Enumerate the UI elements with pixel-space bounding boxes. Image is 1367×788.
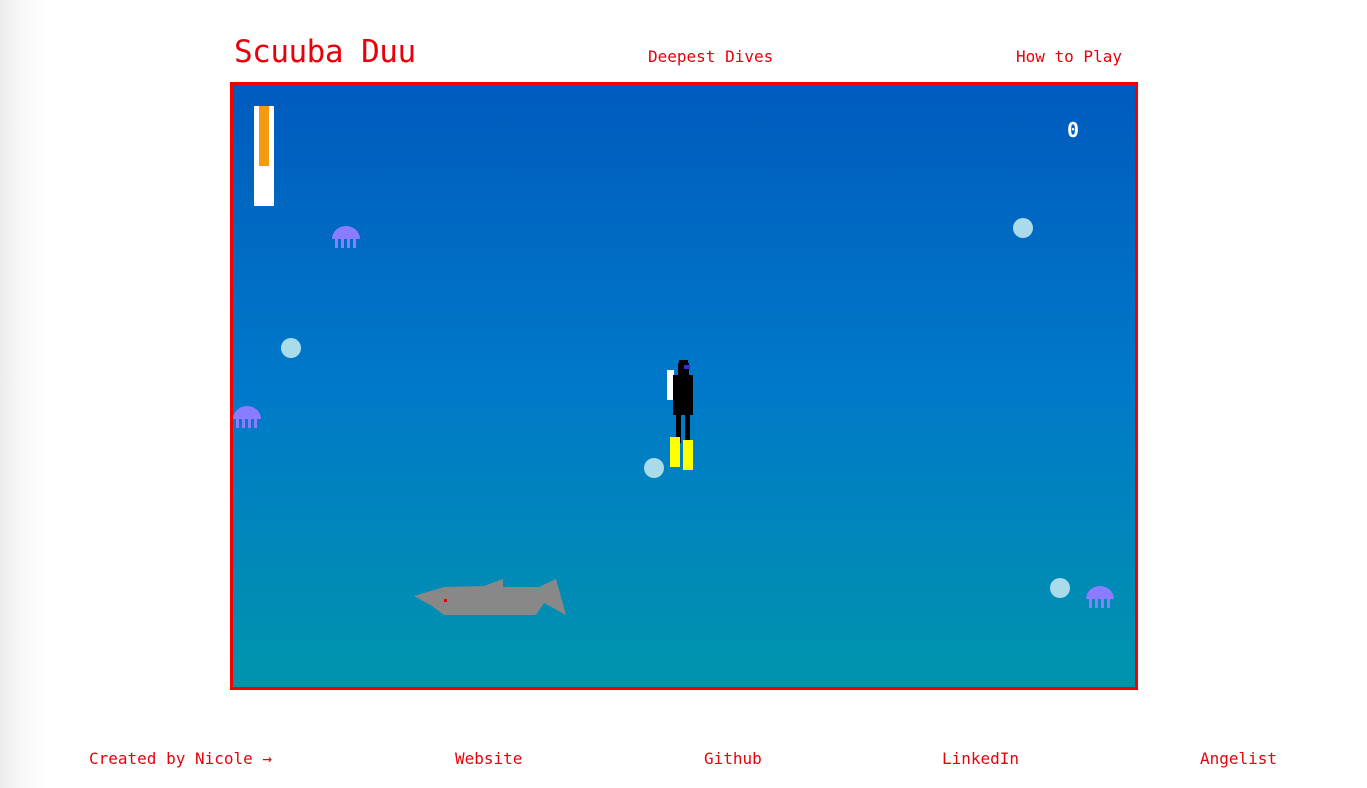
- scuba-diver: [667, 360, 693, 470]
- air-meter-fill: [259, 106, 269, 166]
- site-title[interactable]: Scuuba Duu: [234, 32, 416, 72]
- bubble: [1050, 578, 1070, 598]
- deepest-dives-link[interactable]: Deepest Dives: [648, 47, 773, 67]
- github-link[interactable]: Github: [704, 749, 762, 769]
- air-meter: [254, 106, 274, 206]
- bubble: [644, 458, 664, 478]
- how-to-play-link[interactable]: How to Play: [1016, 47, 1122, 67]
- game-canvas[interactable]: 0: [230, 82, 1138, 690]
- linkedin-link[interactable]: LinkedIn: [942, 749, 1019, 769]
- created-by-link[interactable]: Created by Nicole →: [89, 749, 272, 769]
- score-counter: 0: [1066, 118, 1079, 142]
- angelist-link[interactable]: Angelist: [1200, 749, 1277, 769]
- website-link[interactable]: Website: [455, 749, 522, 769]
- bubble: [281, 338, 301, 358]
- bubble: [1013, 218, 1033, 238]
- shark: [414, 579, 566, 615]
- page: Scuuba Duu Deepest Dives How to Play 0 C…: [0, 0, 1367, 788]
- jellyfish-icon: [332, 226, 360, 248]
- jellyfish-icon: [1086, 586, 1114, 608]
- jellyfish-icon: [233, 406, 261, 428]
